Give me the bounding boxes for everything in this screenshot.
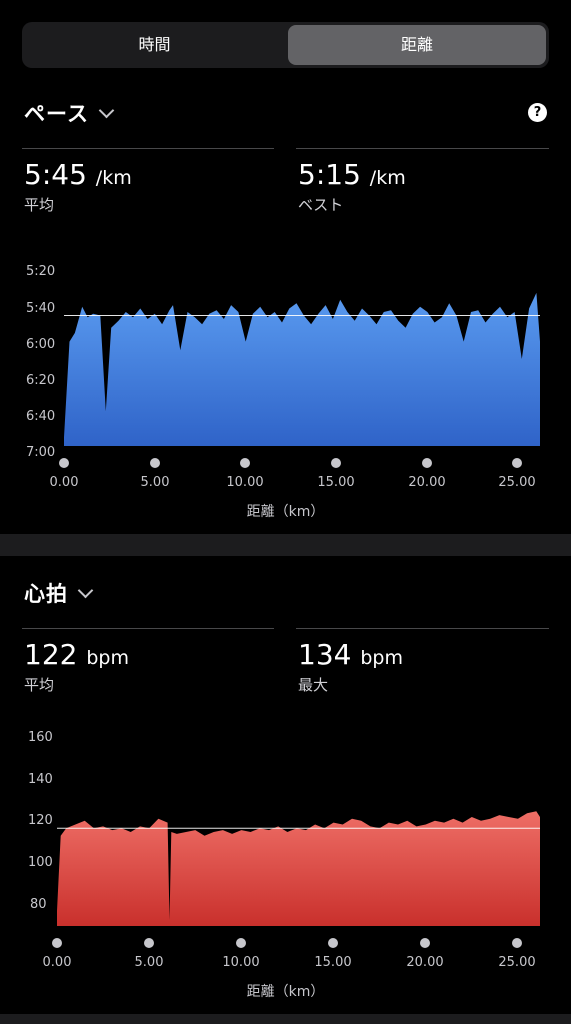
pace-x-tick: 5.00: [140, 475, 170, 490]
pace-x-tick: 15.00: [317, 475, 355, 490]
pace-x-tick: 20.00: [408, 475, 446, 490]
heart-x-tick: 25.00: [498, 955, 536, 970]
divider-line: [296, 628, 549, 629]
pace-x-tick: 10.00: [226, 475, 264, 490]
heart-x-tick: 10.00: [222, 955, 260, 970]
heart-x-tick: 15.00: [314, 955, 352, 970]
heart-y-tick: 140: [28, 772, 53, 787]
pace-x-tick: 0.00: [49, 475, 79, 490]
heart-y-tick: 80: [30, 897, 47, 912]
x-tick-dot: [512, 458, 522, 468]
x-tick-dot: [420, 938, 430, 948]
pace-x-tick: 25.00: [498, 475, 536, 490]
x-tick-dot: [331, 458, 341, 468]
section-divider: [0, 534, 571, 556]
pace-x-axis-title: 距離（km）: [246, 504, 325, 520]
x-tick-dot: [422, 458, 432, 468]
heart-title-label: 心拍: [24, 582, 68, 606]
heart-average-unit: bpm: [86, 647, 129, 669]
heart-y-tick: 100: [28, 855, 53, 870]
heart-y-tick: 160: [28, 730, 53, 745]
heart-average-value: 122 bpm: [24, 638, 129, 671]
x-tick-dot: [512, 938, 522, 948]
heart-max-label: 最大: [298, 676, 329, 694]
heart-x-tick: 20.00: [406, 955, 444, 970]
x-tick-dot: [236, 938, 246, 948]
x-tick-dot: [144, 938, 154, 948]
bottom-bar: [0, 1014, 571, 1024]
heart-max-number: 134: [298, 638, 352, 671]
heart-x-tick: 0.00: [42, 955, 72, 970]
heart-y-tick: 120: [28, 813, 53, 828]
chevron-down-icon: [77, 582, 94, 599]
heart-max-unit: bpm: [360, 647, 403, 669]
heart-x-tick: 5.00: [134, 955, 164, 970]
heart-x-axis-title: 距離（km）: [246, 984, 325, 1000]
divider-line: [22, 628, 274, 629]
heart-max-value: 134 bpm: [298, 638, 403, 671]
x-tick-dot: [59, 458, 69, 468]
x-tick-dot: [52, 938, 62, 948]
x-tick-dot: [328, 938, 338, 948]
heart-section-title[interactable]: 心拍: [24, 578, 94, 608]
heart-average-label: 平均: [24, 676, 55, 694]
x-tick-dot: [240, 458, 250, 468]
x-tick-dot: [150, 458, 160, 468]
heart-average-number: 122: [24, 638, 78, 671]
